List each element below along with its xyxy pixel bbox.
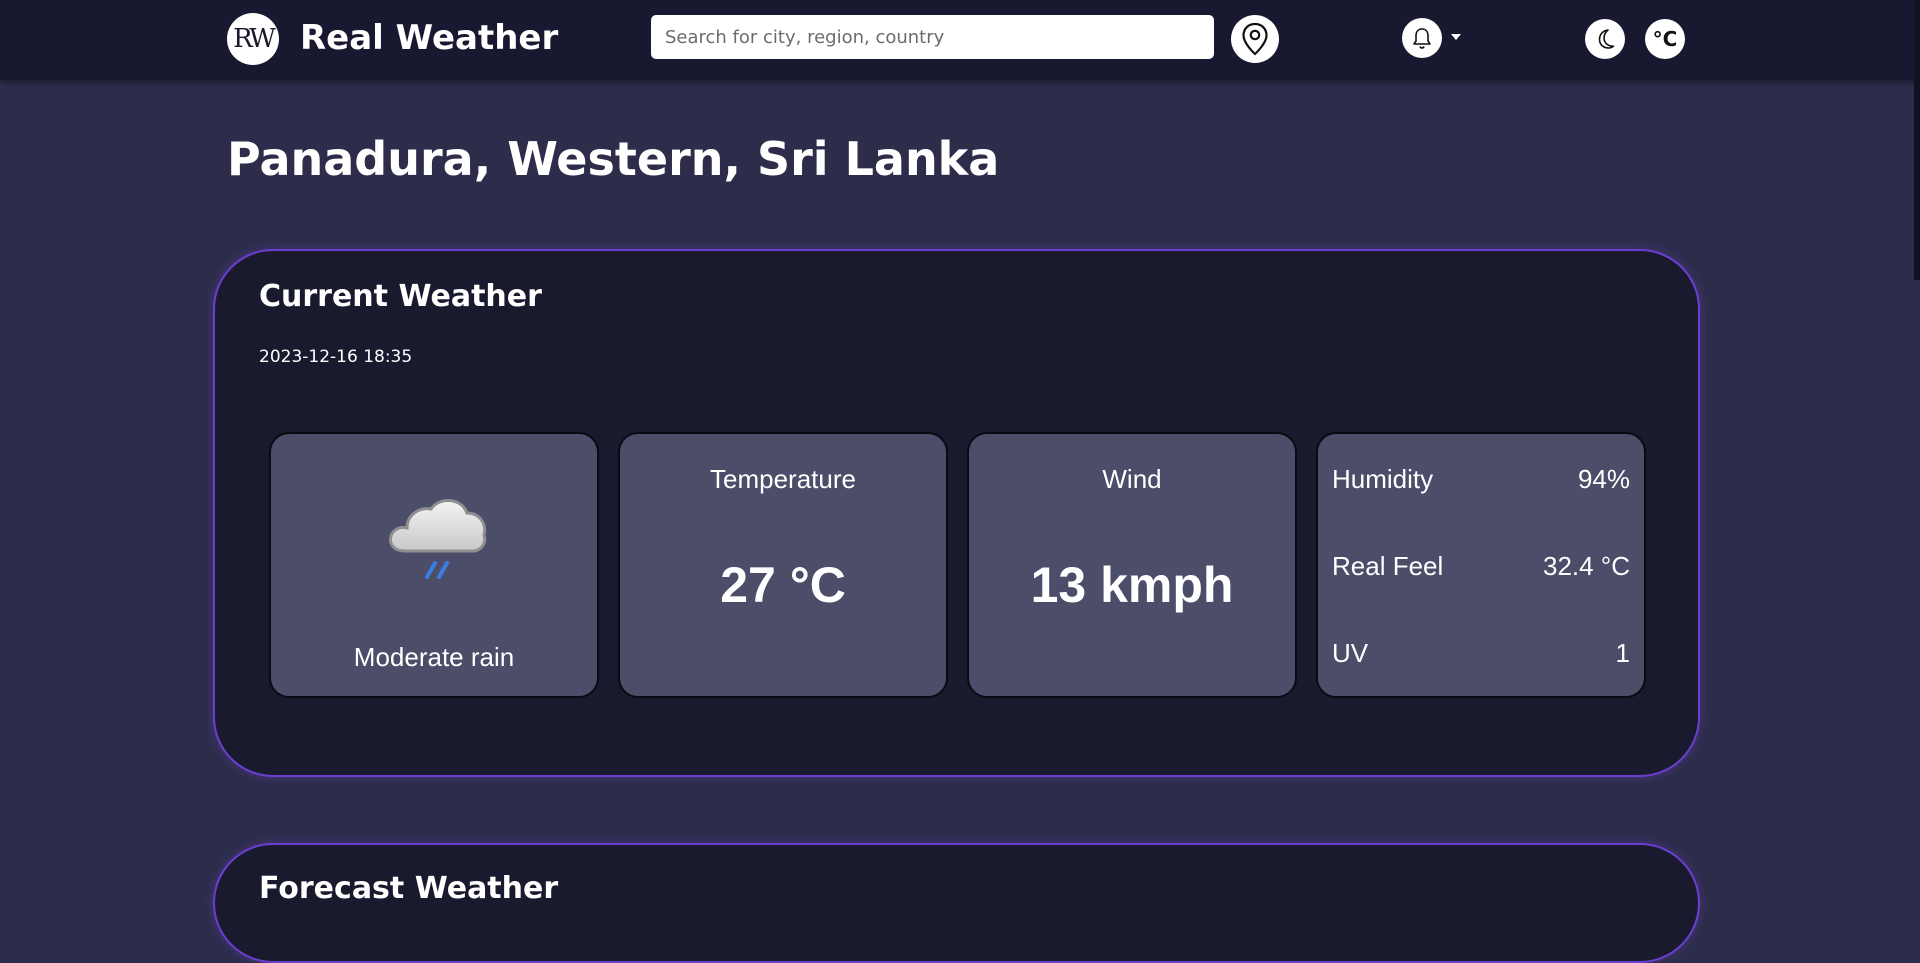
notifications-dropdown-caret[interactable]: [1451, 34, 1461, 40]
uv-label: UV: [1332, 638, 1369, 668]
humidity-value: 94%: [1577, 464, 1630, 494]
units-toggle-button[interactable]: °C: [1645, 19, 1685, 59]
timestamp: 2023-12-16 18:35: [259, 347, 413, 367]
temperature-label: Temperature: [710, 464, 856, 494]
real-feel-label: Real Feel: [1332, 551, 1444, 581]
humidity-row: Humidity 94%: [1332, 464, 1630, 495]
location-button[interactable]: [1231, 15, 1279, 63]
scrollbar[interactable]: [1914, 0, 1920, 280]
condition-tile: Moderate rain: [269, 432, 599, 698]
logo-text: RW: [233, 24, 276, 54]
uv-value: 1: [1615, 638, 1630, 668]
search-input[interactable]: [651, 15, 1214, 59]
forecast-weather-title: Forecast Weather: [259, 871, 559, 906]
real-feel-row: Real Feel 32.4 °C: [1332, 551, 1630, 582]
wind-label: Wind: [1102, 464, 1162, 494]
bell-icon: [1413, 28, 1431, 49]
uv-row: UV 1: [1332, 638, 1630, 669]
condition-text: Moderate rain: [353, 642, 515, 672]
real-feel-value: 32.4 °C: [1542, 551, 1630, 581]
celsius-icon: °C: [1652, 27, 1678, 51]
navbar: RW Real Weather °C: [0, 0, 1920, 80]
current-weather-title: Current Weather: [259, 279, 542, 314]
theme-toggle-button[interactable]: [1585, 19, 1625, 59]
humidity-label: Humidity: [1332, 464, 1434, 494]
map-pin-icon: [1242, 22, 1268, 56]
brand-name[interactable]: Real Weather: [300, 16, 558, 60]
page-title: Panadura, Western, Sri Lanka: [227, 132, 1000, 186]
logo[interactable]: RW: [227, 13, 279, 65]
forecast-weather-card: Forecast Weather: [213, 843, 1700, 963]
wind-tile: Wind 13 kmph: [967, 432, 1297, 698]
rain-cloud-icon: [389, 499, 487, 579]
wind-value: 13 kmph: [1030, 557, 1234, 613]
temperature-value: 27 °C: [720, 557, 846, 613]
moon-icon: [1598, 29, 1615, 49]
current-weather-card: Current Weather 2023-12-16 18:35 Moderat…: [213, 249, 1700, 777]
notifications-button[interactable]: [1402, 18, 1442, 58]
temperature-tile: Temperature 27 °C: [618, 432, 948, 698]
details-tile: Humidity 94% Real Feel 32.4 °C UV 1: [1316, 432, 1646, 698]
